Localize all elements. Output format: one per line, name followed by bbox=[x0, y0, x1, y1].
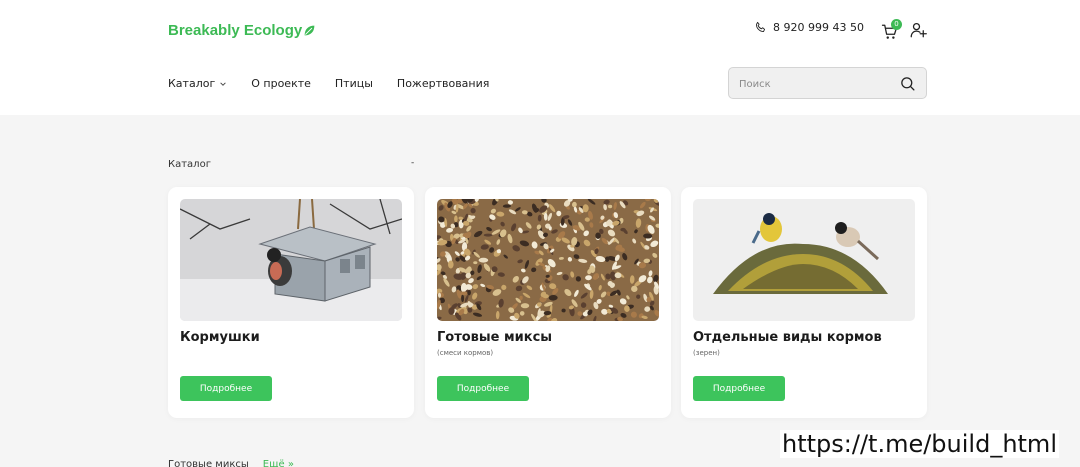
leaf-icon bbox=[304, 25, 315, 36]
cart-button[interactable]: 0 bbox=[881, 19, 903, 40]
details-button[interactable]: Подробнее bbox=[693, 376, 785, 401]
card-subtitle: (смеси кормов) bbox=[437, 349, 494, 357]
details-button[interactable]: Подробнее bbox=[180, 376, 272, 401]
nav-item-label: Каталог bbox=[168, 77, 216, 90]
nav-item-label: О проекте bbox=[251, 77, 311, 90]
cart-count-badge: 0 bbox=[891, 19, 902, 30]
nav-item-catalog[interactable]: Каталог bbox=[168, 77, 227, 90]
nav-item-label: Пожертвования bbox=[396, 77, 490, 90]
phone-icon bbox=[756, 21, 765, 32]
brand-name: Breakably Ecology bbox=[168, 22, 303, 39]
card-title: Отдельные виды кормов bbox=[693, 330, 882, 345]
search-icon[interactable] bbox=[899, 75, 916, 92]
watermark-url: https://t.me/build_html bbox=[780, 430, 1059, 458]
add-user-icon bbox=[910, 22, 927, 38]
seed-mix-image bbox=[437, 199, 659, 321]
account-button[interactable] bbox=[909, 21, 927, 39]
catalog-card-mixes: Готовые миксы (смеси кормов) Подробнее bbox=[425, 187, 671, 418]
card-subtitle: (зерен) bbox=[693, 349, 720, 357]
bird-feeder-image bbox=[180, 199, 402, 321]
phone-contact[interactable]: 8 920 999 43 50 bbox=[754, 21, 864, 34]
nav-item-about[interactable]: О проекте bbox=[251, 77, 311, 90]
card-title: Готовые миксы bbox=[437, 330, 553, 345]
more-link[interactable]: Ещё » bbox=[263, 459, 294, 467]
catalog-card-feeders: Кормушки Подробнее bbox=[168, 187, 414, 418]
catalog-dash: - bbox=[411, 158, 415, 168]
chevron-down-icon bbox=[220, 81, 226, 86]
card-title: Кормушки bbox=[180, 330, 260, 345]
nav-item-label: Птицы bbox=[334, 77, 373, 90]
brand-logo[interactable]: Breakably Ecology bbox=[168, 22, 316, 39]
site-header: Breakably Ecology 8 920 999 43 50 0 Ката… bbox=[0, 0, 1080, 115]
main-nav: Каталог О проекте Птицы Пожертвования bbox=[168, 77, 513, 90]
birds-on-seeds-image bbox=[693, 199, 915, 321]
catalog-card-single-feeds: Отдельные виды кормов (зерен) Подробнее bbox=[681, 187, 927, 418]
nav-item-donations[interactable]: Пожертвования bbox=[397, 77, 489, 90]
phone-number: 8 920 999 43 50 bbox=[773, 21, 864, 34]
search-box bbox=[728, 67, 927, 99]
section-label: Готовые миксы bbox=[168, 459, 249, 467]
search-input[interactable] bbox=[739, 75, 889, 93]
nav-item-birds[interactable]: Птицы bbox=[335, 77, 373, 90]
catalog-heading: Каталог bbox=[168, 159, 211, 170]
mixes-section-header: Готовые миксы Ещё » bbox=[168, 459, 294, 467]
details-button[interactable]: Подробнее bbox=[437, 376, 529, 401]
